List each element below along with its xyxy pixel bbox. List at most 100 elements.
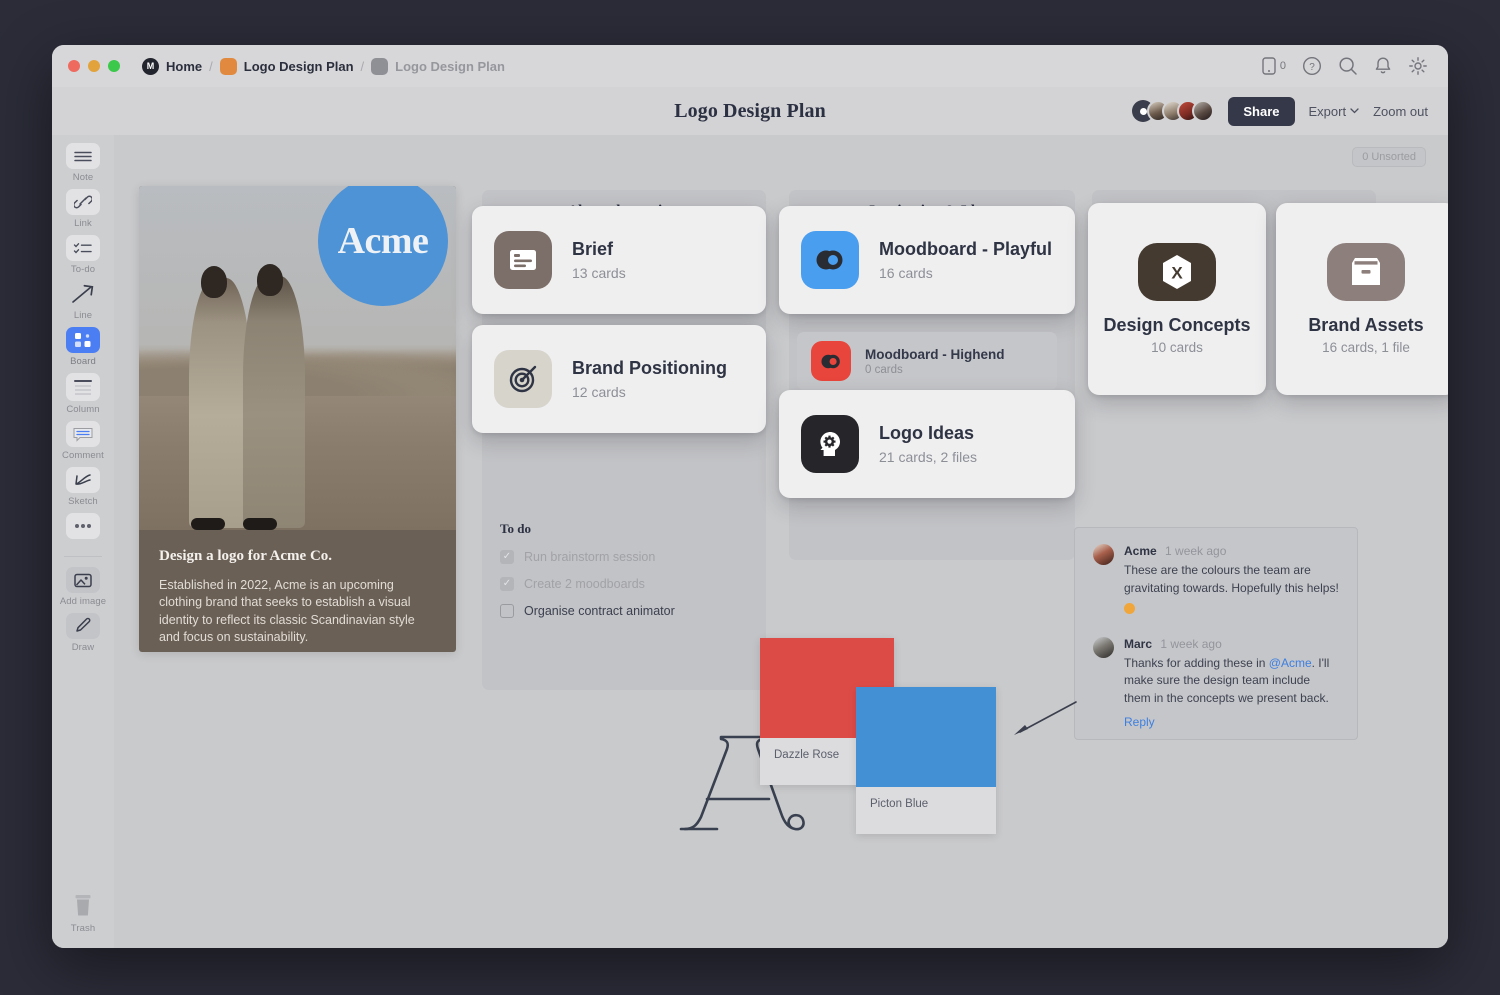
- orange-circle-emoji[interactable]: [1124, 603, 1135, 614]
- search-icon[interactable]: [1338, 56, 1358, 76]
- tool-label: Draw: [72, 642, 95, 653]
- checkbox-checked-icon[interactable]: [500, 550, 514, 564]
- head-gear-icon: [801, 415, 859, 473]
- board-canvas[interactable]: 0 Unsorted Acme Design a logo for Acme C…: [114, 135, 1448, 948]
- tool-add-image[interactable]: Add image: [56, 567, 110, 607]
- export-label: Export: [1309, 104, 1347, 119]
- comment-panel[interactable]: Acme 1 week ago These are the colours th…: [1074, 527, 1358, 740]
- todo-title: To do: [500, 521, 748, 537]
- unsorted-badge[interactable]: 0 Unsorted: [1352, 147, 1426, 167]
- card-title: Brand Assets: [1308, 315, 1423, 337]
- tool-comment[interactable]: Comment: [56, 421, 110, 461]
- tool-label: Link: [74, 218, 92, 229]
- mention-link[interactable]: @Acme: [1269, 656, 1312, 670]
- swatch-picton-blue[interactable]: Picton Blue: [856, 687, 996, 834]
- tool-column[interactable]: Column: [56, 373, 110, 415]
- todo-item[interactable]: Organise contract animator: [500, 604, 748, 618]
- arrow-line-icon: [66, 281, 100, 307]
- toolbar-actions: Share Export Zoom out: [1132, 97, 1448, 126]
- trash-icon: [66, 890, 100, 920]
- reply-button[interactable]: Reply: [1124, 715, 1339, 729]
- card-title: Brand Positioning: [572, 358, 727, 380]
- todo-item[interactable]: Run brainstorm session: [500, 550, 748, 564]
- window-body: Note Link To-do Line: [52, 135, 1448, 948]
- card-subtitle: 10 cards: [1151, 340, 1203, 355]
- breadcrumb-item-home[interactable]: M Home: [142, 58, 202, 75]
- mobile-count: 0: [1280, 60, 1286, 72]
- notifications-bell-icon[interactable]: [1374, 56, 1392, 76]
- card-subtitle: 21 cards, 2 files: [879, 449, 977, 465]
- avatar[interactable]: [1093, 637, 1114, 658]
- card-title: Brief: [572, 239, 626, 261]
- window-controls[interactable]: [52, 60, 120, 72]
- svg-text:X: X: [1171, 263, 1183, 282]
- breadcrumb-item-board[interactable]: Logo Design Plan: [371, 58, 505, 75]
- tool-todo[interactable]: To-do: [56, 235, 110, 275]
- card-brand-assets[interactable]: Brand Assets 16 cards, 1 file: [1276, 203, 1448, 395]
- breadcrumb-item-project[interactable]: Logo Design Plan: [220, 58, 354, 75]
- column-icon: [66, 373, 100, 401]
- tool-label: Sketch: [68, 496, 98, 507]
- tool-label: Add image: [60, 596, 106, 607]
- avatar[interactable]: [1192, 100, 1214, 122]
- tool-draw[interactable]: Draw: [56, 613, 110, 653]
- image-note-card[interactable]: Acme Design a logo for Acme Co. Establis…: [139, 186, 456, 652]
- avatar[interactable]: [1093, 544, 1114, 565]
- settings-gear-icon[interactable]: [1408, 56, 1428, 76]
- tool-more[interactable]: [56, 513, 110, 542]
- comment-icon: [66, 421, 100, 447]
- card-brief[interactable]: Brief 13 cards: [472, 206, 766, 314]
- card-moodboard-playful[interactable]: Moodboard - Playful 16 cards: [779, 206, 1075, 314]
- export-dropdown[interactable]: Export: [1309, 104, 1360, 119]
- todo-list[interactable]: To do Run brainstorm session Create 2 mo…: [482, 505, 766, 690]
- image-card-text: Design a logo for Acme Co. Established i…: [139, 530, 456, 646]
- zoom-out-button[interactable]: Zoom out: [1373, 104, 1428, 119]
- acme-logo-text: Acme: [338, 219, 429, 263]
- svg-text:?: ?: [1309, 62, 1315, 73]
- card-title: Design Concepts: [1103, 315, 1250, 337]
- tool-trash[interactable]: Trash: [56, 890, 110, 934]
- add-image-icon: [66, 567, 100, 593]
- comment-timestamp: 1 week ago: [1165, 544, 1226, 558]
- mobile-icon[interactable]: 0: [1262, 57, 1286, 75]
- card-logo-ideas[interactable]: Logo Ideas 21 cards, 2 files: [779, 390, 1075, 498]
- comment-timestamp: 1 week ago: [1160, 637, 1221, 651]
- tool-link[interactable]: Link: [56, 189, 110, 229]
- minimize-button[interactable]: [88, 60, 100, 72]
- document-icon: [494, 231, 552, 289]
- tool-board[interactable]: Board: [56, 327, 110, 367]
- card-title: Moodboard - Highend: [865, 347, 1004, 362]
- image-card-body: Established in 2022, Acme is an upcoming…: [159, 577, 436, 646]
- tool-label: Column: [66, 404, 99, 415]
- grey-board-icon: [371, 58, 388, 75]
- card-moodboard-highend[interactable]: Moodboard - Highend 0 cards: [797, 332, 1057, 390]
- breadcrumb: M Home / Logo Design Plan / Logo Design …: [142, 58, 505, 75]
- tool-note[interactable]: Note: [56, 143, 110, 183]
- todo-item[interactable]: Create 2 moodboards: [500, 577, 748, 591]
- presence-avatars[interactable]: [1132, 100, 1214, 122]
- swatch-label: Picton Blue: [856, 787, 996, 821]
- moodboard-icon: [801, 231, 859, 289]
- breadcrumb-separator: /: [209, 59, 213, 74]
- maximize-button[interactable]: [108, 60, 120, 72]
- close-button[interactable]: [68, 60, 80, 72]
- card-brand-positioning[interactable]: Brand Positioning 12 cards: [472, 325, 766, 433]
- sketch-icon: [66, 467, 100, 493]
- help-icon[interactable]: ?: [1302, 56, 1322, 76]
- checkbox-empty-icon[interactable]: [500, 604, 514, 618]
- share-button[interactable]: Share: [1228, 97, 1294, 126]
- rail-divider: [64, 556, 102, 557]
- link-chain-icon: [66, 189, 100, 215]
- milanote-home-icon: M: [142, 58, 159, 75]
- hexagon-x-icon: X: [1138, 243, 1216, 301]
- checkbox-checked-icon[interactable]: [500, 577, 514, 591]
- board-grid-icon: [66, 327, 100, 353]
- tool-line[interactable]: Line: [56, 281, 110, 321]
- tool-label: Line: [74, 310, 92, 321]
- breadcrumb-separator-2: /: [361, 59, 365, 74]
- note-lines-icon: [66, 143, 100, 169]
- tool-sketch[interactable]: Sketch: [56, 467, 110, 507]
- titlebar: M Home / Logo Design Plan / Logo Design …: [52, 45, 1448, 87]
- app-window: M Home / Logo Design Plan / Logo Design …: [52, 45, 1448, 948]
- card-design-concepts[interactable]: X Design Concepts 10 cards: [1088, 203, 1266, 395]
